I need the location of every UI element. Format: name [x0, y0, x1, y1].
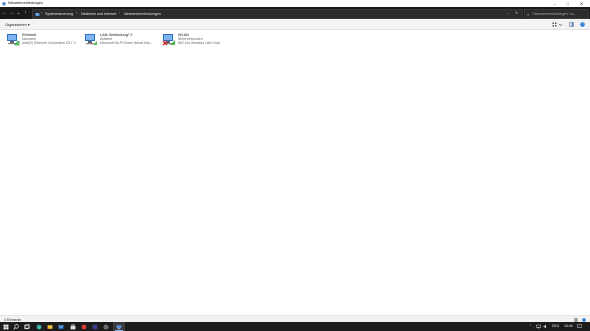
- breadcrumb-network-internet[interactable]: Netzwerk und Internet: [81, 12, 116, 16]
- breadcrumb-separator: ›: [41, 11, 43, 16]
- edge-browser-icon[interactable]: [36, 324, 42, 330]
- store-icon[interactable]: [70, 323, 76, 330]
- tray-overflow-icon[interactable]: ⌃: [529, 324, 532, 328]
- network-connections-task-icon: [116, 324, 122, 329]
- network-connections-app-icon: [2, 1, 6, 6]
- window-title: Netzwerkverbindungen: [8, 1, 43, 6]
- connection-item-wlan[interactable]: WLAN Nicht verbunden 802.11n Wireless LA…: [162, 31, 240, 49]
- large-icons-view-icon[interactable]: [582, 317, 586, 322]
- mail-icon[interactable]: [58, 324, 64, 330]
- connection-item-ethernet[interactable]: Ethernet Netzwerk Intel(R) Ethernet Conn…: [6, 31, 84, 49]
- recent-locations-button[interactable]: ⌄: [15, 9, 22, 17]
- breadcrumb-network-connections[interactable]: Netzwerkverbindungen: [124, 12, 161, 16]
- address-bar[interactable]: › Systemsteuerung › Netzwerk und Interne…: [32, 9, 523, 19]
- breadcrumb-separator: ›: [119, 11, 121, 16]
- volume-icon[interactable]: [543, 324, 548, 329]
- minimize-button[interactable]: –: [548, 0, 561, 7]
- start-icon[interactable]: [3, 324, 9, 330]
- search-placeholder: "Netzwerkverbindungen" du...: [532, 11, 577, 16]
- navigation-bar: ← → ⌄ ↑ › Systemsteuerung › Netzwerk und…: [0, 7, 590, 19]
- status-bar: 3 Elemente: [0, 315, 590, 322]
- search-icon: ⌕: [527, 11, 530, 17]
- details-view-icon[interactable]: [574, 317, 578, 322]
- breadcrumb-control-panel[interactable]: Systemsteuerung: [45, 12, 73, 16]
- address-dropdown-icon[interactable]: ⌄: [507, 11, 510, 15]
- connection-device: Microsoft Wi-Fi Direct Virtual Ada...: [100, 41, 153, 46]
- search-icon[interactable]: [13, 323, 19, 330]
- breadcrumb-separator: ›: [76, 11, 78, 16]
- connection-device: 802.11n Wireless LAN Card: [178, 41, 220, 46]
- clock-time[interactable]: 18:46: [564, 324, 573, 328]
- connection-name: LAN-Verbindung* 2: [100, 32, 133, 37]
- connection-name: Ethernet: [22, 32, 37, 37]
- virtual-adapter-icon: [85, 34, 97, 45]
- organize-label: Organisieren: [5, 23, 27, 28]
- control-panel-icon: [35, 12, 40, 16]
- command-bar: Organisieren ▾ ?: [0, 19, 590, 30]
- settings-gear-icon[interactable]: [103, 324, 109, 330]
- active-window-task[interactable]: [113, 322, 125, 331]
- organize-menu[interactable]: Organisieren ▾: [5, 22, 30, 27]
- red-app-icon[interactable]: [81, 324, 87, 330]
- wlan-adapter-icon: [162, 34, 175, 46]
- item-count: 3 Elemente: [4, 317, 22, 322]
- view-options-chevron-icon[interactable]: [558, 22, 563, 27]
- taskbar: ⌃ DEU 18:46: [0, 322, 590, 331]
- help-icon[interactable]: ?: [580, 22, 585, 27]
- change-view-icon[interactable]: [552, 22, 557, 27]
- preview-pane-icon[interactable]: [569, 22, 574, 27]
- file-explorer-icon[interactable]: [47, 324, 53, 330]
- connection-item-lan-2[interactable]: LAN-Verbindung* 2 Aktiviert Microsoft Wi…: [84, 31, 162, 49]
- connection-device: Intel(R) Ethernet Connection I217-V: [22, 41, 76, 46]
- notifications-icon[interactable]: [577, 324, 582, 329]
- chevron-down-icon: ▾: [27, 23, 30, 28]
- forward-button[interactable]: →: [8, 9, 15, 17]
- task-view-icon[interactable]: [24, 323, 30, 330]
- svg-text:?: ?: [582, 23, 584, 27]
- network-tray-icon[interactable]: [536, 324, 541, 329]
- back-button[interactable]: ←: [1, 9, 8, 17]
- title-bar: Netzwerkverbindungen – □ ✕: [0, 0, 590, 7]
- connection-name: WLAN: [178, 32, 189, 37]
- ethernet-adapter-icon: [7, 34, 20, 46]
- close-button[interactable]: ✕: [575, 0, 588, 7]
- search-box[interactable]: ⌕ "Netzwerkverbindungen" du...: [524, 9, 589, 19]
- keyboard-language[interactable]: DEU: [552, 324, 559, 328]
- up-button[interactable]: ↑: [22, 9, 29, 17]
- dark-app-icon[interactable]: [92, 324, 98, 330]
- refresh-icon[interactable]: ↻: [515, 11, 518, 15]
- maximize-button[interactable]: □: [561, 0, 574, 7]
